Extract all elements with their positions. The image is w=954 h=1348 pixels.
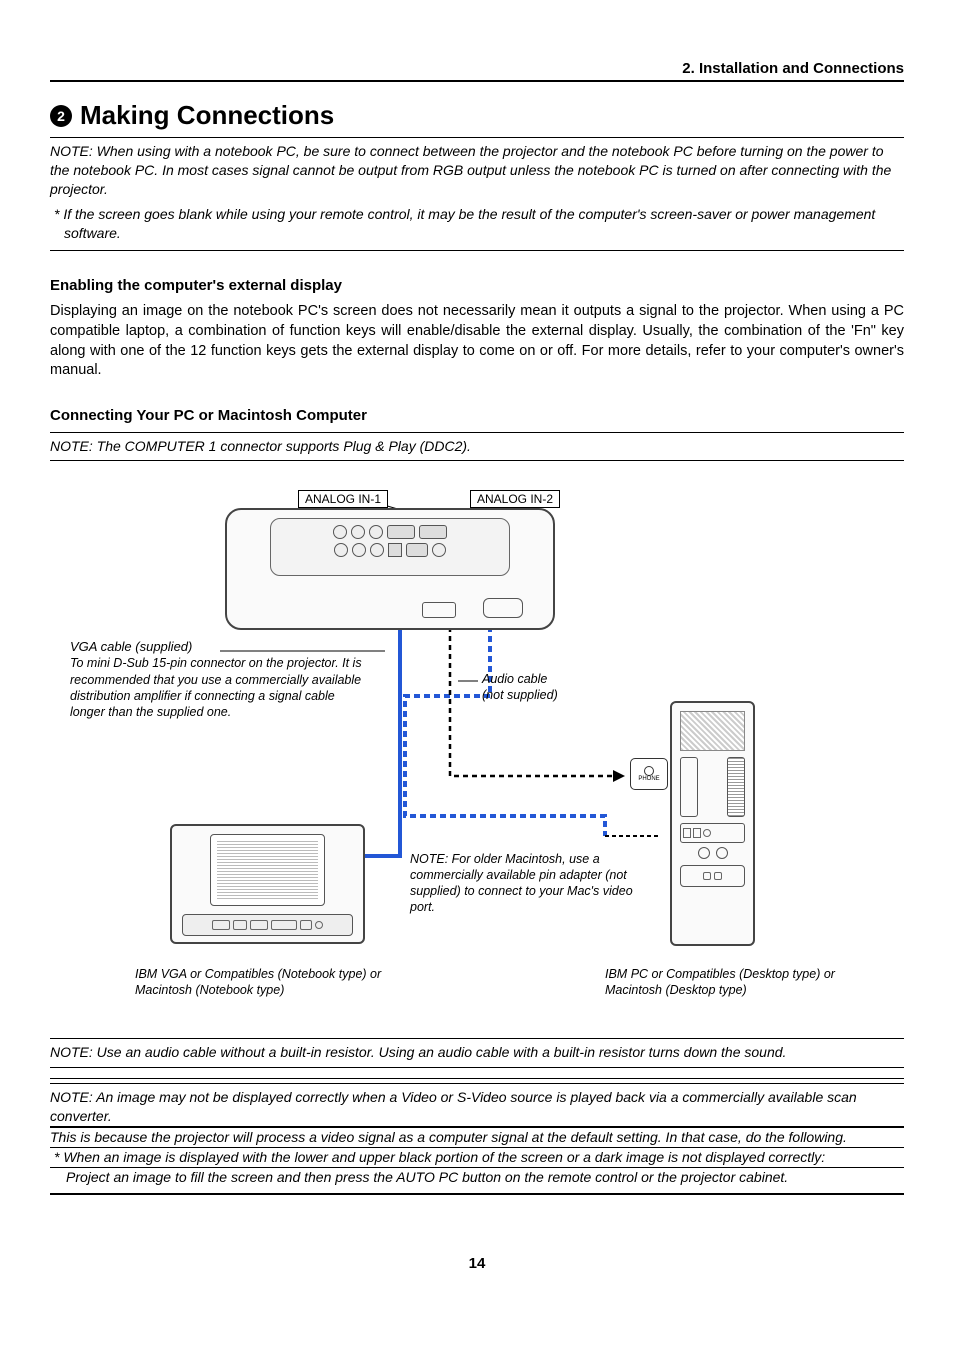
callout-vga-cable: VGA cable (supplied) To mini D-Sub 15-pi… [70, 639, 365, 721]
note-scan-converter: NOTE: An image may not be displayed corr… [50, 1083, 904, 1127]
callout-vga-cable-head: VGA cable (supplied) [70, 639, 365, 656]
note-black-portion: * When an image is displayed with the lo… [50, 1148, 904, 1167]
callout-audio-cable: Audio cable (not supplied) [482, 671, 622, 704]
laptop-illustration [170, 824, 365, 944]
main-title: 2 Making Connections [50, 100, 904, 131]
phone-label: PHONE [638, 776, 659, 782]
note-ddc2: NOTE: The COMPUTER 1 connector supports … [50, 433, 904, 460]
divider [50, 460, 904, 461]
note-audio-resistor: NOTE: Use an audio cable without a built… [50, 1038, 904, 1069]
title-number-badge: 2 [50, 105, 72, 127]
heading-enabling-display: Enabling the computer's external display [50, 277, 904, 294]
caption-desktop: IBM PC or Compatibles (Desktop type) or … [605, 966, 865, 999]
label-analog-in-1: ANALOG IN-1 [298, 490, 388, 508]
label-analog-in-2: ANALOG IN-2 [470, 490, 560, 508]
phone-jack-desktop: PHONE [630, 758, 668, 790]
note-default-setting: This is because the projector will proce… [50, 1127, 904, 1148]
note-auto-pc: Project an image to fill the screen and … [50, 1167, 904, 1194]
divider [50, 250, 904, 251]
divider [50, 1194, 904, 1195]
note-older-macintosh: NOTE: For older Macintosh, use a commerc… [410, 851, 650, 916]
section-header: 2. Installation and Connections [50, 60, 904, 82]
title-text: Making Connections [80, 100, 334, 131]
heading-connecting-pc: Connecting Your PC or Macintosh Computer [50, 407, 904, 424]
note-notebook-pc: NOTE: When using with a notebook PC, be … [50, 138, 904, 205]
connection-diagram: ANALOG IN-1 ANALOG IN-2 VGA cable (suppl… [50, 476, 904, 1016]
page-number: 14 [50, 1255, 904, 1272]
callout-audio-cable-body: (not supplied) [482, 687, 622, 703]
callout-vga-cable-body: To mini D-Sub 15-pin connector on the pr… [70, 655, 365, 720]
body-enabling-display: Displaying an image on the notebook PC's… [50, 302, 904, 380]
projector-illustration [225, 508, 555, 630]
callout-audio-cable-head: Audio cable [482, 671, 622, 687]
desktop-illustration [670, 701, 755, 946]
bottom-notes: NOTE: Use an audio cable without a built… [50, 1038, 904, 1195]
caption-laptop: IBM VGA or Compatibles (Notebook type) o… [135, 966, 385, 999]
note-screen-blank: * If the screen goes blank while using y… [50, 205, 904, 251]
